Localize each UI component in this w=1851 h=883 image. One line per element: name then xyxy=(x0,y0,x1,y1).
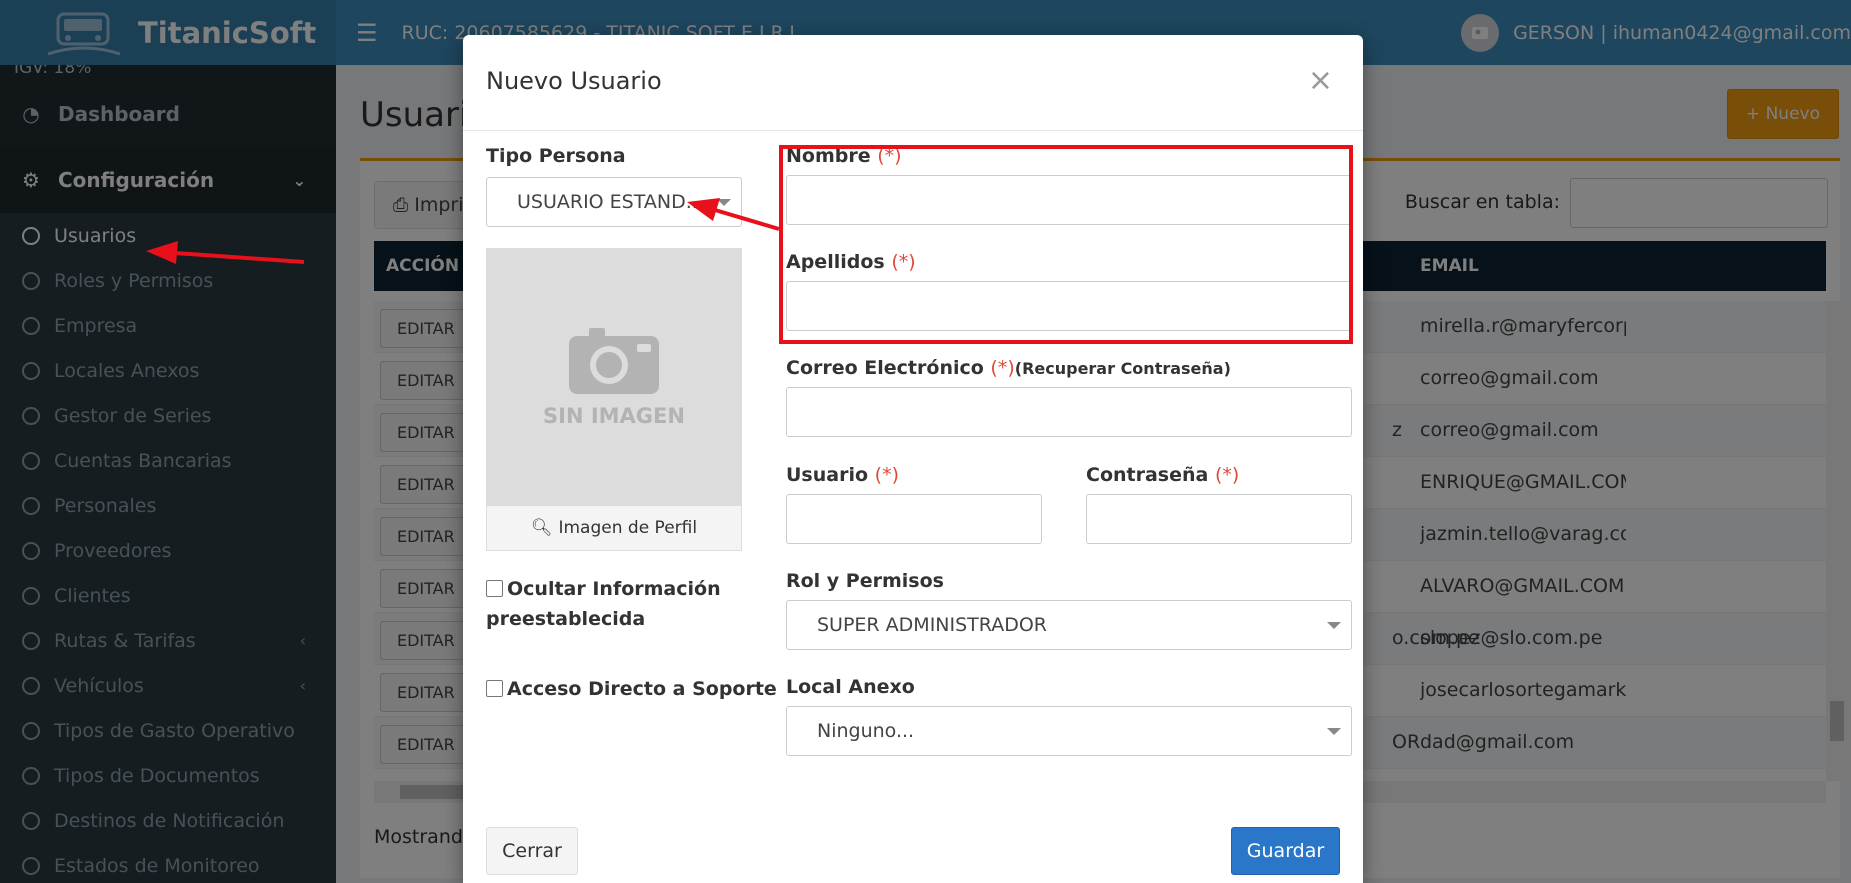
annotation-highlight-box xyxy=(779,145,1353,344)
correo-hint: (Recuperar Contraseña) xyxy=(1014,359,1231,378)
required-mark: (*) xyxy=(1214,464,1240,486)
checkbox-label: Ocultar Información preestablecida xyxy=(486,578,721,630)
button-label: Imagen de Perfil xyxy=(558,518,698,538)
divider xyxy=(463,130,1363,131)
tipo-persona-label: Tipo Persona xyxy=(486,145,626,167)
caret-down-icon xyxy=(1327,622,1341,629)
select-value: USUARIO ESTAND... xyxy=(517,191,704,213)
label-text: Contraseña xyxy=(1086,464,1209,486)
select-value: SUPER ADMINISTRADOR xyxy=(817,614,1047,636)
contrasena-input[interactable] xyxy=(1086,494,1352,544)
usuario-label: Usuario (*) xyxy=(786,464,899,486)
ocultar-info-row: Ocultar Información preestablecida xyxy=(486,574,736,634)
caret-down-icon xyxy=(1327,728,1341,735)
correo-label: Correo Electrónico (*)(Recuperar Contras… xyxy=(786,357,1231,379)
close-icon[interactable]: × xyxy=(1308,63,1333,98)
local-label: Local Anexo xyxy=(786,676,915,698)
checkbox-label: Acceso Directo a Soporte xyxy=(507,678,777,700)
required-mark: (*) xyxy=(990,357,1015,379)
contrasena-label: Contraseña (*) xyxy=(1086,464,1239,486)
rol-label: Rol y Permisos xyxy=(786,570,944,592)
no-image-text: SIN IMAGEN xyxy=(543,403,685,428)
modal-title: Nuevo Usuario xyxy=(486,67,662,95)
correo-input[interactable] xyxy=(786,387,1352,437)
label-text: Usuario xyxy=(786,464,869,486)
local-select[interactable]: Ninguno... xyxy=(786,706,1352,756)
required-mark: (*) xyxy=(874,464,899,486)
save-button[interactable]: Guardar xyxy=(1231,827,1340,875)
select-value: Ninguno... xyxy=(817,720,915,742)
tipo-persona-select[interactable]: USUARIO ESTAND... xyxy=(486,177,742,227)
soporte-row: Acceso Directo a Soporte xyxy=(486,678,777,700)
profile-image-placeholder: SIN IMAGEN xyxy=(486,248,742,505)
close-button[interactable]: Cerrar xyxy=(486,827,578,875)
caret-down-icon xyxy=(717,199,731,206)
soporte-checkbox[interactable] xyxy=(486,680,503,697)
usuario-input[interactable] xyxy=(786,494,1042,544)
rol-select[interactable]: SUPER ADMINISTRADOR xyxy=(786,600,1352,650)
camera-icon xyxy=(569,327,659,394)
search-icon: 🔍︎ xyxy=(530,518,553,538)
ocultar-info-checkbox[interactable] xyxy=(486,580,503,597)
profile-image-button[interactable]: 🔍︎ Imagen de Perfil xyxy=(486,505,742,551)
label-text: Correo Electrónico xyxy=(786,357,984,379)
